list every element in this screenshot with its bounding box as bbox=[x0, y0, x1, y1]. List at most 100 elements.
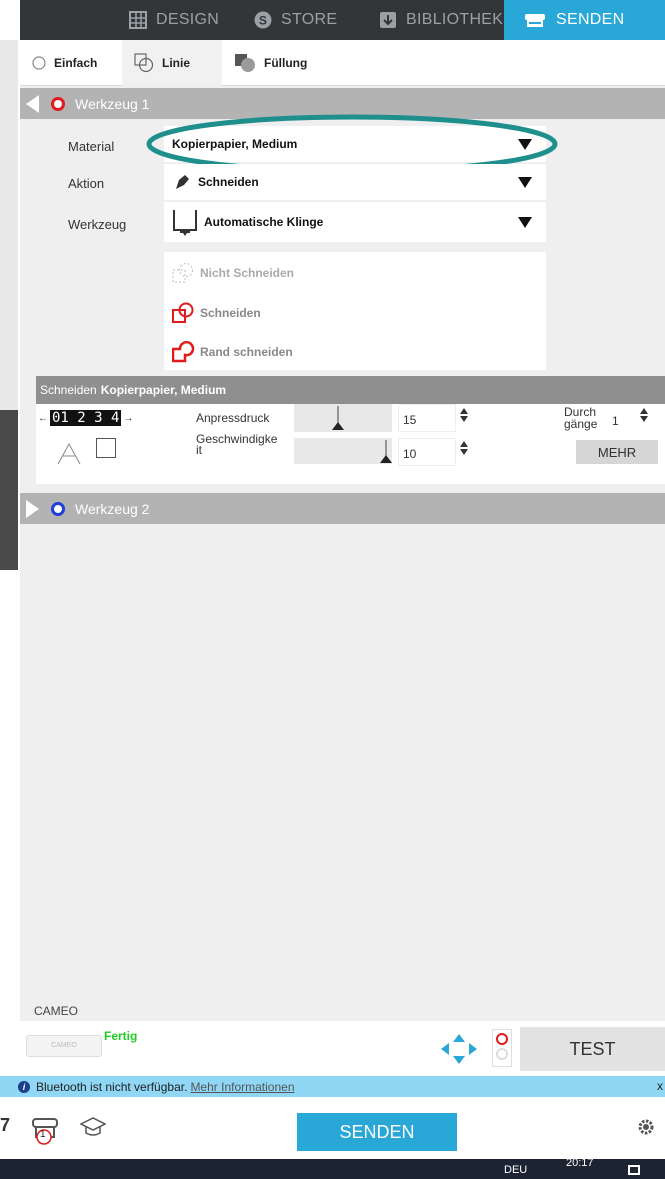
bluetooth-message: Bluetooth ist nicht verfügbar. bbox=[36, 1079, 188, 1094]
cutter-device-icon[interactable]: CAMEO bbox=[26, 1035, 102, 1057]
cut-mode-bar: Einfach Linie Füllung bbox=[20, 39, 665, 86]
chevron-down-icon bbox=[518, 177, 532, 188]
language-indicator[interactable]: DEU bbox=[504, 1164, 527, 1176]
mode-fuellung-label: Füllung bbox=[264, 55, 308, 70]
collapse-arrow-icon bbox=[26, 94, 39, 113]
machine-row: CAMEO Fertig TEST bbox=[20, 1021, 665, 1076]
cut-settings-header: Schneiden Kopierpapier, Medium bbox=[36, 376, 665, 404]
notification-icon[interactable] bbox=[628, 1165, 640, 1175]
blade-icon bbox=[172, 208, 198, 236]
mode-linie-label: Linie bbox=[162, 55, 191, 70]
mode-einfach[interactable]: Einfach bbox=[20, 40, 122, 86]
fill-mode-icon bbox=[234, 53, 256, 73]
expand-arrow-icon bbox=[26, 499, 39, 518]
tab-store-label: STORE bbox=[281, 11, 338, 28]
close-notice-button[interactable]: x bbox=[657, 1079, 663, 1093]
tab-senden[interactable]: SENDEN bbox=[504, 0, 665, 40]
grid-icon bbox=[128, 11, 148, 29]
library-download-icon bbox=[378, 11, 398, 29]
line-mode-icon bbox=[134, 52, 154, 73]
gear-icon[interactable] bbox=[636, 1117, 656, 1142]
store-s-icon: S bbox=[253, 11, 273, 29]
option-edge-cut-label: Rand schneiden bbox=[200, 345, 293, 359]
material-label: Material bbox=[68, 139, 115, 154]
status-text: Fertig bbox=[104, 1029, 138, 1043]
tab-senden-label: SENDEN bbox=[556, 11, 625, 28]
action-select[interactable]: Schneiden bbox=[164, 164, 546, 200]
left-window-strip bbox=[0, 0, 20, 1179]
queue-count: 1 bbox=[40, 1129, 46, 1140]
send-queue-icon[interactable]: 1 bbox=[30, 1115, 64, 1150]
svg-text:S: S bbox=[259, 14, 267, 28]
speed-input[interactable]: 10 bbox=[398, 438, 456, 466]
tab-store[interactable]: S STORE bbox=[243, 0, 368, 40]
tool-settings-panel: Werkzeug 1 Material Aktion Werkzeug Kopi… bbox=[20, 86, 665, 1021]
blade-depth-display: 01 2 3 4 bbox=[50, 410, 122, 426]
tab-bibliothek-label: BIBLIOTHEK bbox=[406, 11, 504, 28]
pressure-stepper[interactable] bbox=[460, 408, 470, 422]
pressure-slider[interactable] bbox=[294, 404, 392, 432]
cutter-send-icon bbox=[522, 11, 548, 29]
no-cut-icon bbox=[172, 262, 196, 284]
blade-depth-control[interactable]: ← 01 2 3 4 → bbox=[38, 410, 133, 426]
tab-bibliothek[interactable]: BIBLIOTHEK bbox=[368, 0, 504, 40]
tool-select[interactable]: Automatische Klinge bbox=[164, 202, 546, 242]
test-button[interactable]: TEST bbox=[520, 1027, 665, 1071]
arrow-right-icon: → bbox=[123, 412, 134, 424]
settings-prefix: Schneiden bbox=[40, 383, 97, 397]
option-edge-cut[interactable]: Rand schneiden bbox=[172, 341, 293, 363]
tool-label: Werkzeug bbox=[68, 217, 127, 232]
top-navigation: DESIGN S STORE BIBLIOTHEK SENDEN bbox=[20, 0, 665, 40]
info-icon: i bbox=[18, 1080, 30, 1093]
settings-material: Kopierpapier, Medium bbox=[100, 383, 227, 397]
tool1-title: Werkzeug 1 bbox=[75, 95, 150, 112]
pressure-label: Anpressdruck bbox=[196, 411, 270, 425]
passes-stepper[interactable] bbox=[640, 408, 650, 422]
mode-linie[interactable]: Linie bbox=[122, 39, 222, 86]
radio-icon bbox=[32, 55, 46, 70]
action-select-value: Schneiden bbox=[198, 175, 259, 189]
tab-design-label: DESIGN bbox=[156, 11, 220, 28]
option-cut[interactable]: Schneiden bbox=[172, 302, 261, 324]
windows-taskbar: DEU 20:17 bbox=[0, 1157, 665, 1179]
speed-stepper[interactable] bbox=[460, 441, 470, 455]
chevron-down-icon bbox=[518, 217, 532, 228]
tool-indicator[interactable] bbox=[492, 1029, 512, 1067]
blade-cap-icon bbox=[54, 438, 84, 471]
send-button[interactable]: SENDEN bbox=[297, 1113, 457, 1151]
bluetooth-notice: i Bluetooth ist nicht verfügbar. Mehr In… bbox=[0, 1076, 665, 1097]
tutorial-cap-icon[interactable] bbox=[79, 1115, 107, 1144]
passes-label: Durch gänge bbox=[564, 405, 598, 431]
tool2-indicator-icon bbox=[496, 1048, 508, 1060]
option-no-cut-label: Nicht Schneiden bbox=[200, 266, 295, 280]
cut-outline-icon bbox=[172, 302, 196, 324]
pressure-input[interactable]: 15 bbox=[398, 404, 456, 432]
move-arrows-icon[interactable] bbox=[440, 1033, 478, 1065]
pen-icon bbox=[174, 174, 190, 190]
tool1-indicator-icon bbox=[496, 1033, 508, 1045]
option-cut-label: Schneiden bbox=[200, 306, 261, 320]
clock-time[interactable]: 20:17 bbox=[566, 1157, 594, 1169]
tool2-color-icon bbox=[51, 501, 65, 516]
tool2-title: Werkzeug 2 bbox=[75, 500, 150, 517]
mode-einfach-label: Einfach bbox=[54, 55, 98, 70]
cut-options-list: Nicht Schneiden Schneiden Rand schneiden bbox=[164, 252, 546, 370]
edge-cut-icon bbox=[172, 341, 196, 363]
passes-input[interactable]: 1 bbox=[612, 414, 619, 428]
option-no-cut[interactable]: Nicht Schneiden bbox=[172, 262, 294, 284]
arrow-left-icon: ← bbox=[38, 412, 48, 424]
cut-settings-box: ← 01 2 3 4 → Anpressdruck 15 Geschwindig… bbox=[36, 404, 665, 484]
more-info-link[interactable]: Mehr Informationen bbox=[190, 1080, 294, 1094]
tab-design[interactable]: DESIGN bbox=[118, 0, 243, 40]
device-label: CAMEO bbox=[51, 1042, 77, 1049]
edge-fragment: 7 bbox=[0, 1115, 11, 1135]
square-toggle-icon[interactable] bbox=[96, 438, 116, 458]
speed-slider[interactable] bbox=[294, 438, 392, 464]
machine-section-label: CAMEO bbox=[20, 1000, 665, 1020]
action-label: Aktion bbox=[68, 176, 105, 191]
tool-select-value: Automatische Klinge bbox=[204, 215, 324, 229]
more-button[interactable]: MEHR bbox=[576, 440, 658, 464]
tool1-color-icon bbox=[51, 96, 65, 111]
tool2-header[interactable]: Werkzeug 2 bbox=[20, 493, 665, 524]
mode-fuellung[interactable]: Füllung bbox=[222, 40, 332, 86]
